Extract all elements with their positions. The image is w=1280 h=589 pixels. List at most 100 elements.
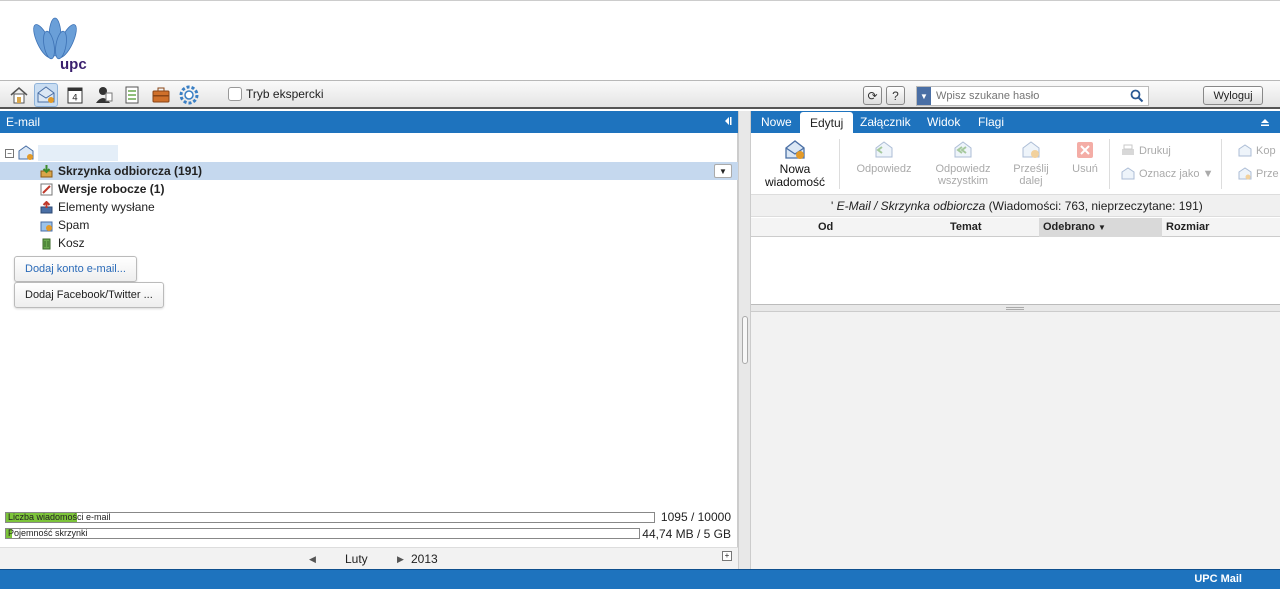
- chevron-down-icon: ▼: [719, 166, 727, 176]
- folder-trash[interactable]: Kosz: [0, 234, 738, 252]
- move-icon: [1238, 167, 1252, 180]
- print-icon: [1122, 144, 1134, 155]
- tab-edit[interactable]: Edytuj: [800, 112, 854, 134]
- panel-title-text: E-mail: [6, 115, 41, 129]
- message-list[interactable]: [751, 237, 1280, 305]
- calendar-icon[interactable]: 4: [63, 83, 87, 107]
- horizontal-splitter[interactable]: [751, 305, 1280, 312]
- reply-icon: [875, 141, 893, 158]
- folder-label: Spam: [58, 218, 90, 232]
- reply-all-button[interactable]: Odpowiedz wszystkim: [927, 139, 999, 187]
- settings-icon[interactable]: [177, 83, 201, 107]
- reply-all-icon: [954, 141, 972, 158]
- folder-breadcrumb: ' E-Mail / Skrzynka odbiorcza (Wiadomośc…: [751, 195, 1280, 217]
- reply-button[interactable]: Odpowiedz: [851, 139, 917, 175]
- app-header: upc: [0, 0, 1280, 81]
- ribbon-toolbar: Nowa wiadomość Odpowiedz Odpowiedz wszys…: [751, 133, 1280, 195]
- tasks-icon[interactable]: [120, 83, 144, 107]
- new-message-icon: [785, 140, 805, 159]
- briefcase-icon[interactable]: [149, 83, 173, 107]
- logout-button[interactable]: Wyloguj: [1203, 86, 1263, 105]
- column-from[interactable]: Od: [818, 218, 833, 237]
- home-icon[interactable]: [7, 83, 31, 107]
- folder-label: Skrzynka odbiorcza (191): [58, 164, 203, 178]
- column-received-label: Odebrano: [1043, 221, 1095, 233]
- new-message-label: Nowa wiadomość: [764, 162, 826, 189]
- help-button[interactable]: ?: [886, 86, 905, 105]
- search-input[interactable]: [931, 90, 1126, 102]
- folder-drafts[interactable]: Wersje robocze (1): [0, 180, 738, 198]
- message-count-value: 1095 / 10000: [660, 510, 731, 524]
- move-button[interactable]: Prze: [1238, 167, 1279, 181]
- splitter-grip-icon[interactable]: [742, 316, 748, 364]
- mark-as-button[interactable]: Oznacz jako ▼: [1121, 167, 1213, 181]
- folder-label: Wersje robocze (1): [58, 182, 165, 196]
- main-toolbar: 4 Tryb ekspercki ⟳ ? ▼ Wyloguj: [0, 81, 1280, 109]
- collapse-panel-icon[interactable]: [722, 116, 732, 126]
- new-message-button[interactable]: Nowa wiadomość: [761, 139, 829, 189]
- contacts-icon[interactable]: [92, 83, 116, 107]
- tab-new[interactable]: Nowe: [751, 111, 802, 133]
- expand-calendar-icon[interactable]: +: [722, 551, 732, 561]
- message-count-bar: Liczba wiadomości e-mail: [5, 512, 655, 523]
- tab-flags[interactable]: Flagi: [968, 111, 1014, 133]
- storage-value: 44,74 MB / 5 GB: [642, 527, 731, 541]
- email-icon[interactable]: [34, 83, 58, 107]
- next-month-icon[interactable]: ▶: [397, 554, 404, 565]
- print-label: Drukuj: [1139, 145, 1171, 157]
- message-list-header: Od Temat Odebrano ▼ Rozmiar: [751, 218, 1280, 237]
- app-footer: UPC Mail: [0, 569, 1280, 589]
- copy-label: Kop: [1256, 145, 1276, 157]
- search-icon[interactable]: [1130, 89, 1144, 103]
- message-preview-pane: [751, 312, 1280, 569]
- trash-icon: [42, 238, 51, 249]
- splitter-grip-icon: [1006, 307, 1024, 310]
- copy-icon: [1238, 144, 1252, 157]
- folder-sent[interactable]: Elementy wysłane: [0, 198, 738, 216]
- folder-menu-button[interactable]: ▼: [714, 164, 732, 178]
- column-size[interactable]: Rozmiar: [1166, 218, 1209, 237]
- add-social-account-button[interactable]: Dodaj Facebook/Twitter ...: [14, 282, 164, 308]
- prev-month-icon[interactable]: ◀: [309, 554, 316, 565]
- expert-mode-toggle[interactable]: Tryb ekspercki: [228, 87, 324, 101]
- move-label: Prze: [1256, 168, 1279, 180]
- collapse-tree-icon[interactable]: −: [5, 148, 14, 158]
- brand-logo-text: upc: [60, 56, 87, 73]
- vertical-splitter[interactable]: [738, 111, 751, 569]
- refresh-button[interactable]: ⟳: [863, 86, 882, 105]
- search-box[interactable]: ▼: [916, 86, 1149, 106]
- calendar-day: 4: [72, 94, 78, 104]
- account-name: [38, 145, 118, 161]
- expert-mode-checkbox[interactable]: [228, 87, 242, 101]
- ribbon-tabs: Nowe Edytuj Załącznik Widok Flagi: [751, 111, 1280, 134]
- breadcrumb-path: E-Mail / Skrzynka odbiorcza: [836, 199, 986, 213]
- add-email-account-button[interactable]: Dodaj konto e-mail...: [14, 256, 137, 282]
- folder-spam[interactable]: Spam: [0, 216, 738, 234]
- expert-mode-label: Tryb ekspercki: [246, 87, 324, 101]
- message-count-label: Liczba wiadomości e-mail: [8, 512, 111, 522]
- folder-inbox[interactable]: Skrzynka odbiorcza (191) ▼: [0, 162, 738, 180]
- column-received[interactable]: Odebrano ▼: [1039, 218, 1162, 237]
- mark-as-icon: [1121, 167, 1135, 180]
- email-folders-panel: E-mail − Skrzynka odbiorcza (191) ▼ Wers…: [0, 111, 738, 569]
- forward-label: Prześlij dalej: [1013, 163, 1049, 187]
- drafts-icon: [40, 183, 53, 195]
- delete-label: Usuń: [1072, 163, 1098, 175]
- inbox-icon: [40, 164, 53, 177]
- refresh-icon: ⟳: [867, 88, 878, 103]
- calendar-nav: ◀ Luty ▶ 2013 +: [0, 547, 738, 569]
- reply-all-label: Odpowiedz wszystkim: [935, 163, 991, 187]
- forward-icon: [1022, 141, 1040, 158]
- column-subject[interactable]: Temat: [950, 218, 982, 237]
- account-root[interactable]: −: [5, 144, 118, 162]
- tab-attachment[interactable]: Załącznik: [850, 111, 921, 133]
- search-dropdown-icon[interactable]: ▼: [917, 87, 931, 105]
- delete-button[interactable]: Usuń: [1063, 139, 1107, 175]
- ribbon-separator: [1221, 139, 1222, 189]
- print-button[interactable]: Drukuj: [1121, 144, 1171, 158]
- forward-button[interactable]: Prześlij dalej: [1005, 139, 1057, 187]
- collapse-ribbon-icon[interactable]: [1260, 117, 1270, 127]
- year-label: 2013: [411, 552, 438, 566]
- tab-view[interactable]: Widok: [917, 111, 970, 133]
- copy-button[interactable]: Kop: [1238, 144, 1276, 158]
